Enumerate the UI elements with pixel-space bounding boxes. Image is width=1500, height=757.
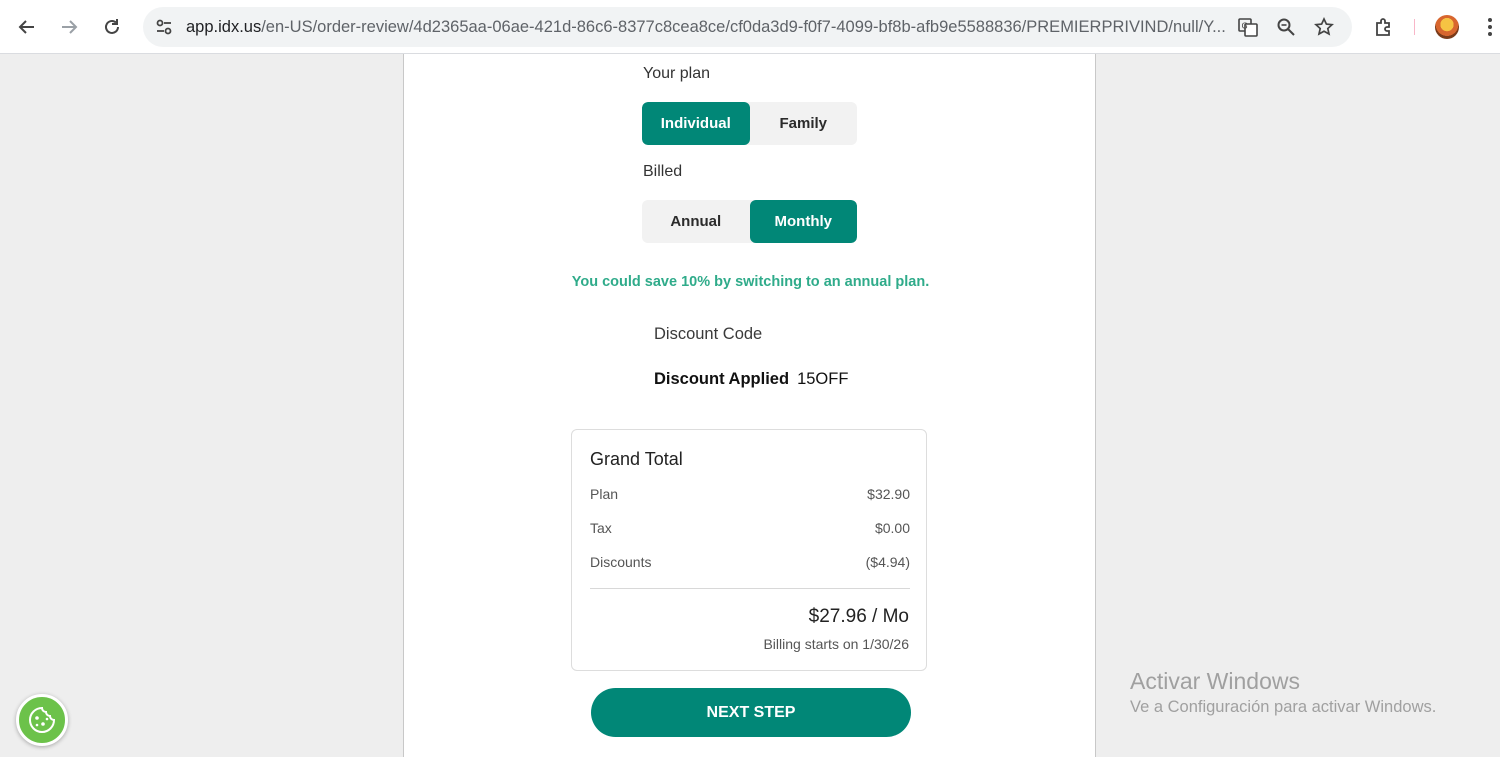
next-step-button[interactable]: NEXT STEP (591, 688, 911, 737)
translate-icon[interactable]: G (1236, 15, 1260, 39)
row-label: Tax (590, 520, 612, 536)
discount-applied-line: Discount Applied 15OFF (654, 370, 848, 389)
plan-toggle: Individual Family (642, 102, 857, 145)
browser-toolbar: app.idx.us/en-US/order-review/4d2365aa-0… (0, 0, 1500, 54)
url-path: /en-US/order-review/4d2365aa-06ae-421d-8… (261, 18, 1226, 36)
billing-option-monthly[interactable]: Monthly (749, 200, 857, 243)
billing-toggle: Annual Monthly (642, 200, 857, 243)
plan-option-individual[interactable]: Individual (642, 102, 750, 145)
menu-kebab-icon[interactable] (1476, 13, 1500, 41)
row-value: $0.00 (874, 520, 910, 536)
url-text[interactable]: app.idx.us/en-US/order-review/4d2365aa-0… (186, 7, 1226, 47)
bookmark-star-icon[interactable] (1312, 15, 1336, 39)
avatar-icon (1435, 15, 1459, 39)
row-label: Plan (590, 486, 619, 502)
total-row-discounts: Discounts ($4.94) (590, 554, 910, 570)
forward-icon[interactable] (53, 11, 85, 43)
billing-start-note: Billing starts on 1/30/26 (763, 636, 909, 652)
url-host: app.idx.us (186, 18, 262, 36)
billed-label: Billed (643, 163, 683, 180)
total-divider (590, 588, 910, 589)
back-icon[interactable] (11, 11, 43, 43)
your-plan-label: Your plan (643, 65, 711, 82)
discount-applied-code: 15OFF (797, 370, 849, 388)
address-bar[interactable]: app.idx.us/en-US/order-review/4d2365aa-0… (143, 7, 1352, 47)
extensions-icon[interactable] (1370, 13, 1398, 41)
reload-icon[interactable] (96, 11, 128, 43)
billing-option-annual[interactable]: Annual (642, 200, 750, 243)
cookie-settings-button[interactable] (16, 694, 68, 746)
order-review-card: Your plan Individual Family Billed Annua… (403, 54, 1096, 757)
annual-savings-message: You could save 10% by switching to an an… (571, 274, 930, 290)
discount-code-link[interactable]: Discount Code (654, 325, 762, 344)
plan-option-family[interactable]: Family (750, 102, 858, 145)
grand-total-title: Grand Total (590, 449, 683, 469)
cookie-icon (29, 706, 56, 733)
grand-total-amount: $27.96 / Mo (808, 606, 909, 627)
zoom-icon[interactable] (1274, 15, 1298, 39)
windows-watermark-subtitle: Ve a Configuración para activar Windows. (1130, 698, 1437, 716)
row-value: ($4.94) (865, 554, 910, 570)
profile-avatar[interactable] (1433, 13, 1461, 41)
discount-applied-label: Discount Applied (654, 370, 790, 388)
row-value: $32.90 (867, 486, 910, 502)
svg-text:G: G (1242, 22, 1248, 31)
total-row-tax: Tax $0.00 (590, 520, 910, 536)
toolbar-divider (1414, 19, 1415, 35)
grand-total-panel: Grand Total Plan $32.90 Tax $0.00 Discou… (571, 429, 927, 671)
total-row-plan: Plan $32.90 (590, 486, 910, 502)
row-label: Discounts (590, 554, 652, 570)
windows-watermark-title: Activar Windows (1130, 668, 1300, 694)
site-settings-icon[interactable] (152, 15, 176, 39)
